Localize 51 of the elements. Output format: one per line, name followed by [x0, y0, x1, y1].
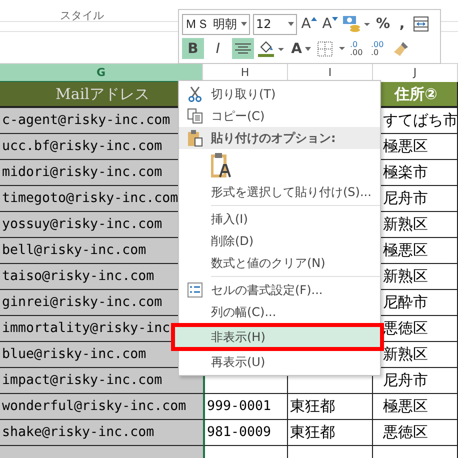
table-cell: 新熟区 [383, 345, 428, 363]
copy-icon [187, 108, 203, 124]
triangle-icon [310, 16, 317, 21]
number-format-button[interactable]: , [394, 14, 410, 35]
borders-icon[interactable] [317, 40, 347, 57]
shrink-font-button[interactable]: A [321, 14, 339, 35]
bold-button[interactable]: B [182, 38, 204, 60]
table-cell: 極悪区 [383, 241, 428, 259]
menu-section-header: 貼り付けのオプション: [211, 130, 336, 146]
table-cell: shake@risky-inc.com [0, 420, 203, 446]
table-cell: 999-0001 [203, 394, 288, 420]
column-width-icon[interactable] [413, 16, 429, 32]
paintbrush-icon[interactable] [392, 40, 410, 58]
money-icon[interactable] [342, 15, 372, 34]
align-center-icon [235, 42, 251, 55]
table-cell: 尼舟市 [383, 371, 428, 389]
table-cell: 悪徳区 [383, 423, 428, 441]
scissors-icon [188, 86, 202, 102]
font-color-button[interactable]: A [288, 38, 314, 60]
column-header[interactable]: G [0, 64, 203, 83]
paste-text-icon[interactable] [211, 152, 231, 178]
fill-color-icon[interactable] [257, 40, 285, 58]
number-format-button[interactable]: % [375, 14, 391, 35]
increase-decimal-button[interactable]: .0 .00 [350, 40, 368, 57]
table-cell: 極悪区 [383, 397, 428, 415]
size-dropdown[interactable]: 12 [253, 14, 297, 35]
table-cell: 悪徳区 [383, 319, 428, 337]
menu-item[interactable]: 非表示(H) [175, 327, 380, 347]
table-cell: 尼舟市 [383, 189, 428, 207]
table-cell: impact@risky-inc.com [0, 368, 203, 394]
table-cell: 東狂都 [288, 394, 373, 420]
caret-icon [288, 22, 294, 26]
table-cell: wonderful@risky-inc.com [0, 394, 203, 420]
table-cell: 極悪区 [383, 137, 428, 155]
italic-button[interactable]: I [207, 38, 229, 60]
table-cell: 981-0009 [203, 420, 288, 446]
decrease-decimal-button[interactable]: .00 .0 [371, 40, 389, 57]
table-cell: 新熟区 [383, 267, 428, 285]
grow-font-button[interactable]: A [300, 14, 318, 35]
group-label: スタイル [60, 9, 104, 22]
triangle-icon [332, 16, 338, 21]
table-cell: 新熟区 [383, 215, 428, 233]
caret-icon [241, 22, 247, 26]
font-dropdown[interactable]: ＭＳ 明朝 [182, 14, 250, 35]
table-cell: 尼酔市 [383, 293, 428, 311]
clipboard-icon [187, 129, 203, 147]
table-cell: 東狂都 [288, 420, 373, 446]
table-cell: 極楽市 [383, 163, 428, 181]
center-align-button[interactable] [232, 38, 254, 60]
format-cells-icon [187, 282, 203, 298]
caret-icon [304, 46, 311, 51]
